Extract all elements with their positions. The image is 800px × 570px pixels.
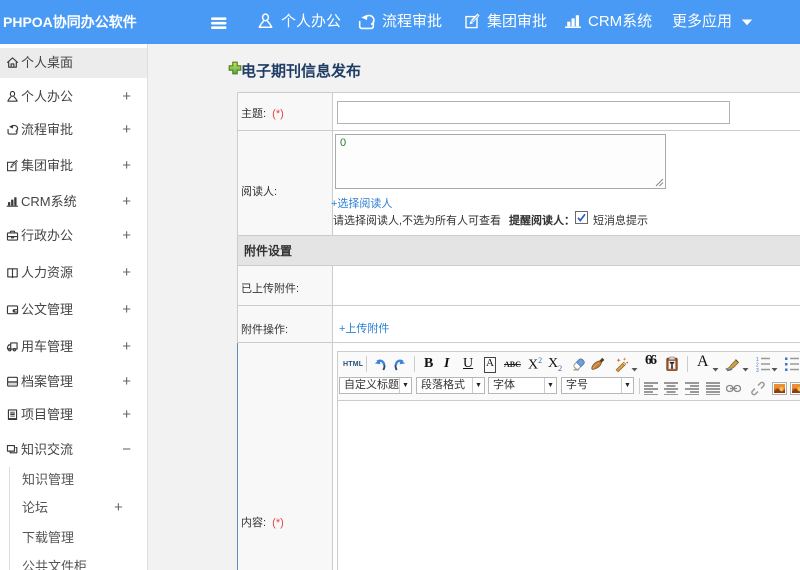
svg-text:3: 3 <box>756 368 759 372</box>
